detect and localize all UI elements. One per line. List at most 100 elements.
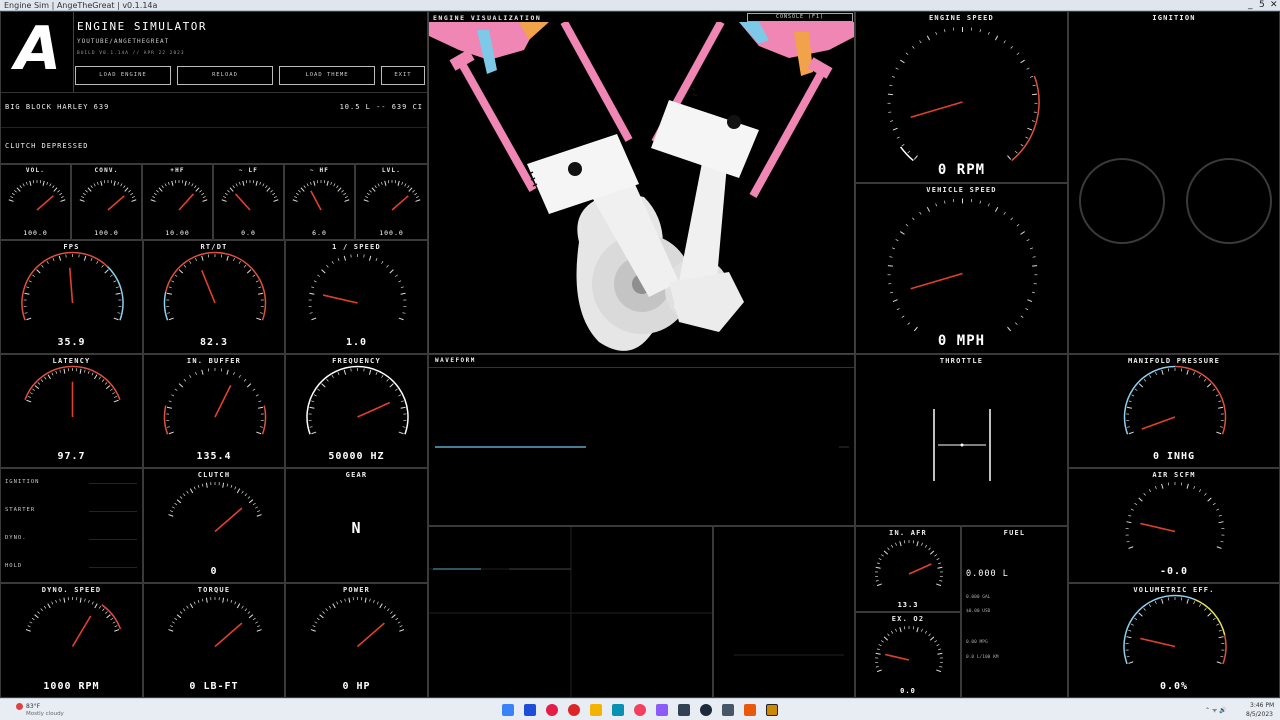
steam-icon[interactable] [700, 704, 712, 716]
fps-tick [32, 274, 36, 277]
torque-tick [182, 608, 186, 612]
engine-speed-tick [1031, 120, 1036, 122]
taskbar-app-icon[interactable] [634, 704, 646, 716]
manifold-tick [1198, 375, 1201, 378]
fps-tick [117, 312, 121, 314]
engine-speed-tick [919, 40, 922, 44]
taskbar-app-icon[interactable] [678, 704, 690, 716]
ex-o2-tick [936, 644, 940, 647]
latency-tick [32, 388, 36, 391]
clutch-tick [168, 514, 174, 517]
fuel-gallons: 0.000 GAL [966, 595, 991, 600]
small-gauge-tick [184, 180, 187, 186]
clutch-tick [182, 493, 186, 497]
latency-tick [55, 370, 58, 374]
clutch-value: 0 [210, 566, 218, 577]
manifold-tick [1206, 383, 1212, 388]
ignition-light-right [1186, 158, 1272, 244]
frequency-tick [317, 388, 321, 391]
engine-displacement: 10.5 L -- 639 CI [339, 103, 423, 111]
latency-tick [94, 374, 98, 380]
engine-speed-tick [889, 120, 894, 122]
engine-speed-tick [1020, 144, 1024, 147]
in-buffer-label: IN. BUFFER [186, 357, 242, 365]
latency-label: LATENCY [52, 357, 91, 365]
in-buffer-needle [214, 385, 232, 418]
small-gauge-tick [150, 199, 156, 202]
fps-tick [101, 264, 104, 268]
in-buffer-tick [258, 406, 264, 409]
start-icon[interactable] [502, 704, 514, 716]
camera-icon[interactable] [722, 704, 734, 716]
air-scfm-gauge-panel: AIR SCFM -0.0 [1068, 468, 1280, 583]
vol-eff-tick [1198, 604, 1202, 608]
in-buffer-tick [259, 426, 263, 428]
load-theme-button[interactable]: LOAD THEME [279, 66, 375, 85]
engine-speed-tick [905, 52, 909, 56]
in-afr-tick [939, 580, 943, 582]
power-tick [399, 629, 405, 632]
vol-eff-range-arc [1123, 594, 1195, 665]
small-gauge-tick [57, 190, 60, 193]
maximize-button[interactable]: 5 [1259, 0, 1265, 11]
small-gauge-tick [96, 181, 99, 185]
engine-speed-label: ENGINE SPEED [929, 14, 994, 22]
taskbar-app-icon[interactable] [546, 704, 558, 716]
frequency-label: FREQUENCY [332, 357, 381, 365]
rtdt-range-arc [163, 291, 169, 321]
torque-tick [189, 603, 194, 609]
clutch-tick [189, 488, 194, 494]
ignition-panel: IGNITION [1068, 11, 1280, 354]
reload-button[interactable]: RELOAD [177, 66, 273, 85]
clutch-tick [176, 499, 182, 504]
fps-tick [109, 274, 113, 277]
taskbar-app-icon[interactable] [656, 704, 668, 716]
frequency-tick [381, 375, 384, 378]
audio-gauges-row: VOL. 100.0 CONV. 100.0 +HF 10.00 ~ LF 0.0 ~ HF 6.… [0, 164, 428, 240]
opera-icon[interactable] [568, 704, 580, 716]
torque-tick [256, 625, 261, 628]
engine-visualization-label: ENGINE VISUALIZATION [433, 14, 542, 22]
dyno-speed-tick [34, 614, 39, 619]
air-scfm-tick [1161, 483, 1164, 489]
vehicle-speed-tick [926, 207, 931, 212]
vol-eff-tick [1218, 629, 1222, 632]
small-gauge-tick [300, 187, 305, 192]
vehicle-speed-tick [1016, 224, 1020, 227]
console-toggle-button[interactable]: CONSOLE (F1) [747, 13, 853, 22]
taskbar-app-icon[interactable] [524, 704, 536, 716]
load-engine-button[interactable]: LOAD ENGINE [75, 66, 171, 85]
vehicle-speed-tick [1010, 217, 1013, 221]
small-gauge-tick [369, 190, 372, 193]
power-tick [369, 598, 371, 602]
vehicle-speed-tick [895, 239, 899, 242]
indicator-light [89, 483, 137, 484]
frequency-range-arc [306, 365, 409, 435]
taskbar-app-icon[interactable] [612, 704, 624, 716]
small-gauge-tick [414, 192, 418, 196]
dyno-speed-tick [114, 625, 118, 628]
in-buffer-range-arc [163, 405, 169, 435]
file-explorer-icon[interactable] [590, 704, 602, 716]
minimize-button[interactable]: _ [1248, 0, 1253, 11]
dyno-speed-tick [43, 605, 47, 609]
system-tray-icons[interactable]: ⌃ ᯤ 🔊 [1205, 706, 1245, 714]
vehicle-speed-tick [935, 203, 938, 207]
clutch-tick [179, 496, 183, 499]
lower-plot-right [713, 526, 855, 698]
latency-tick [104, 382, 108, 385]
torque-tick [234, 601, 237, 605]
close-button[interactable]: ✕ [1270, 0, 1278, 11]
weather-icon[interactable] [16, 703, 23, 710]
inv-speed-tick [331, 261, 334, 264]
dyno-speed-tick [105, 611, 108, 614]
exit-button[interactable]: EXIT [381, 66, 425, 85]
frequency-value: 50000 HZ [328, 451, 385, 462]
app-title: ENGINE SIMULATOR [77, 20, 207, 33]
taskbar-app-icon[interactable] [744, 704, 756, 716]
weather-temp: 83°F [26, 703, 41, 710]
waveform-plot [435, 446, 849, 448]
manifold-range-arc [1174, 365, 1227, 435]
manifold-tick [1218, 406, 1224, 409]
engine-sim-taskbar-icon[interactable] [766, 704, 778, 716]
